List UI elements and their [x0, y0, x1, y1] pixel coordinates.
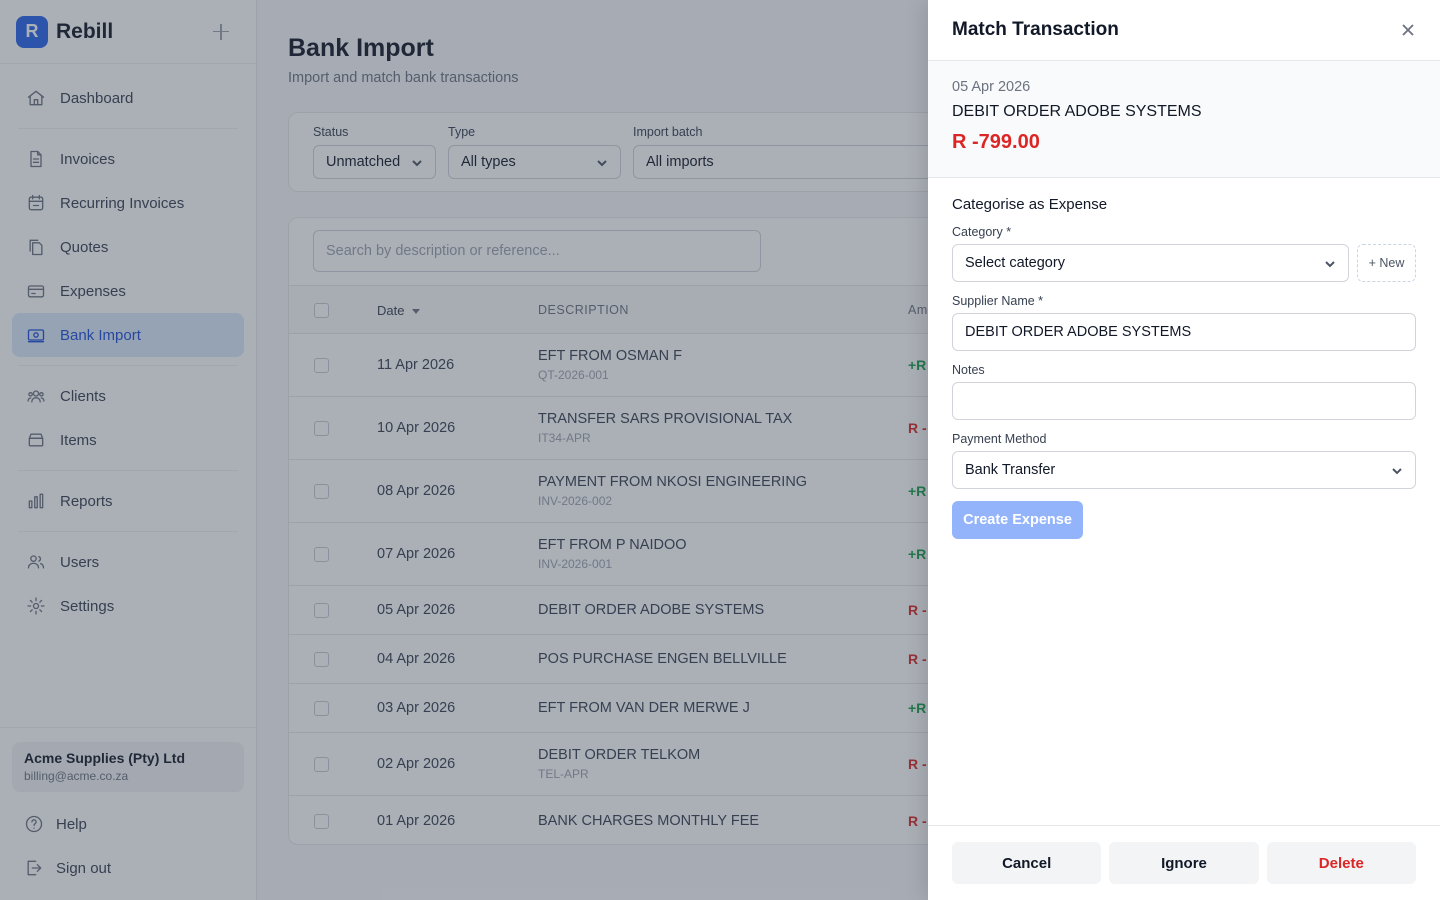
transaction-date: 05 Apr 2026 — [952, 79, 1031, 95]
payment-method-value: Bank Transfer — [965, 462, 1056, 478]
expense-form: Categorise as Expense Category * Select … — [928, 178, 1440, 539]
payment-method-field: Payment Method Bank Transfer — [952, 432, 1416, 489]
chevron-down-icon — [1391, 465, 1403, 481]
category-select[interactable]: Select category — [952, 244, 1349, 282]
transaction-description: DEBIT ORDER ADOBE SYSTEMS — [952, 103, 1202, 120]
transaction-amount: R -799.00 — [952, 131, 1040, 153]
new-category-button[interactable]: + New — [1357, 244, 1416, 282]
category-row: Select category + New — [952, 244, 1416, 282]
payment-method-label: Payment Method — [952, 432, 1047, 446]
notes-field: Notes — [952, 363, 1416, 420]
drawer-title: Match Transaction — [952, 19, 1119, 40]
create-expense-button[interactable]: Create Expense — [952, 501, 1083, 539]
chevron-down-icon — [1324, 258, 1336, 274]
drawer-backdrop[interactable] — [0, 0, 928, 900]
ignore-button[interactable]: Ignore — [1109, 842, 1259, 884]
supplier-field: Supplier Name * DEBIT ORDER ADOBE SYSTEM… — [952, 294, 1416, 351]
category-label: Category * — [952, 225, 1012, 239]
drawer-header: Match Transaction — [928, 0, 1440, 61]
transaction-summary: 05 Apr 2026 DEBIT ORDER ADOBE SYSTEMS R … — [928, 61, 1440, 178]
form-section-title: Categorise as Expense — [952, 196, 1108, 213]
supplier-name-input[interactable]: DEBIT ORDER ADOBE SYSTEMS — [952, 313, 1416, 351]
close-icon[interactable] — [1400, 22, 1416, 38]
category-field: Category * Select category + New — [952, 225, 1416, 282]
category-select-value: Select category — [965, 255, 1065, 271]
delete-button[interactable]: Delete — [1266, 842, 1416, 884]
match-transaction-drawer: Match Transaction 05 Apr 2026 DEBIT ORDE… — [928, 0, 1440, 900]
drawer-footer: Cancel Ignore Delete — [928, 825, 1440, 900]
supplier-name-value: DEBIT ORDER ADOBE SYSTEMS — [965, 324, 1192, 340]
cancel-button[interactable]: Cancel — [952, 842, 1102, 884]
notes-input[interactable] — [952, 382, 1416, 420]
supplier-label: Supplier Name * — [952, 294, 1044, 308]
notes-label: Notes — [952, 363, 985, 377]
payment-method-select[interactable]: Bank Transfer — [952, 451, 1416, 489]
